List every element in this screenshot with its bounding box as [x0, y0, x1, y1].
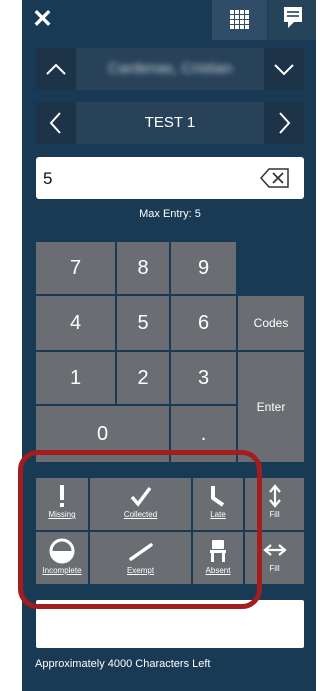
key-4[interactable]: 4: [36, 296, 115, 350]
key-3[interactable]: 3: [171, 352, 236, 404]
fill-vertical-label: Fill: [269, 510, 280, 519]
score-input[interactable]: [36, 157, 245, 201]
student-navigator: Cardenas, Cristian: [36, 48, 304, 90]
assignment-name: TEST 1: [144, 114, 196, 131]
codes-highlight-annotation: [18, 450, 262, 609]
key-7[interactable]: 7: [36, 242, 115, 294]
key-5[interactable]: 5: [117, 296, 169, 350]
enter-button[interactable]: Enter: [238, 352, 304, 462]
top-toolbar: ✕: [22, 0, 316, 40]
fill-horizontal-label: Fill: [269, 564, 280, 573]
chevron-down-icon: [274, 64, 294, 76]
key-1[interactable]: 1: [36, 352, 115, 404]
grid-view-tab[interactable]: [212, 0, 267, 40]
chevron-up-icon: [46, 63, 66, 75]
chevron-right-icon: [279, 112, 291, 134]
key-9[interactable]: 9: [171, 242, 236, 294]
key-8[interactable]: 8: [117, 242, 169, 294]
grid-icon: [230, 10, 249, 29]
comment-icon: [284, 7, 302, 28]
assignment-navigator: TEST 1: [36, 102, 304, 144]
next-student-button[interactable]: [264, 48, 304, 90]
key-6[interactable]: 6: [171, 296, 236, 350]
next-assignment-button[interactable]: [264, 102, 304, 144]
characters-left-label: Approximately 4000 Characters Left: [35, 658, 211, 670]
student-name: Cardenas, Cristian: [107, 60, 233, 77]
score-entry-field: [36, 157, 304, 201]
previous-assignment-button[interactable]: [36, 102, 76, 144]
close-icon[interactable]: ✕: [32, 4, 53, 34]
horizontal-arrows-icon: [262, 544, 287, 556]
chevron-left-icon: [49, 112, 61, 134]
comment-tab[interactable]: [268, 0, 316, 40]
max-entry-label: Max Entry: 5: [139, 208, 201, 220]
previous-student-button[interactable]: [36, 48, 76, 90]
backspace-icon[interactable]: [260, 167, 290, 189]
vertical-arrows-icon: [268, 484, 281, 508]
key-2[interactable]: 2: [117, 352, 169, 404]
codes-button[interactable]: Codes: [238, 296, 304, 350]
